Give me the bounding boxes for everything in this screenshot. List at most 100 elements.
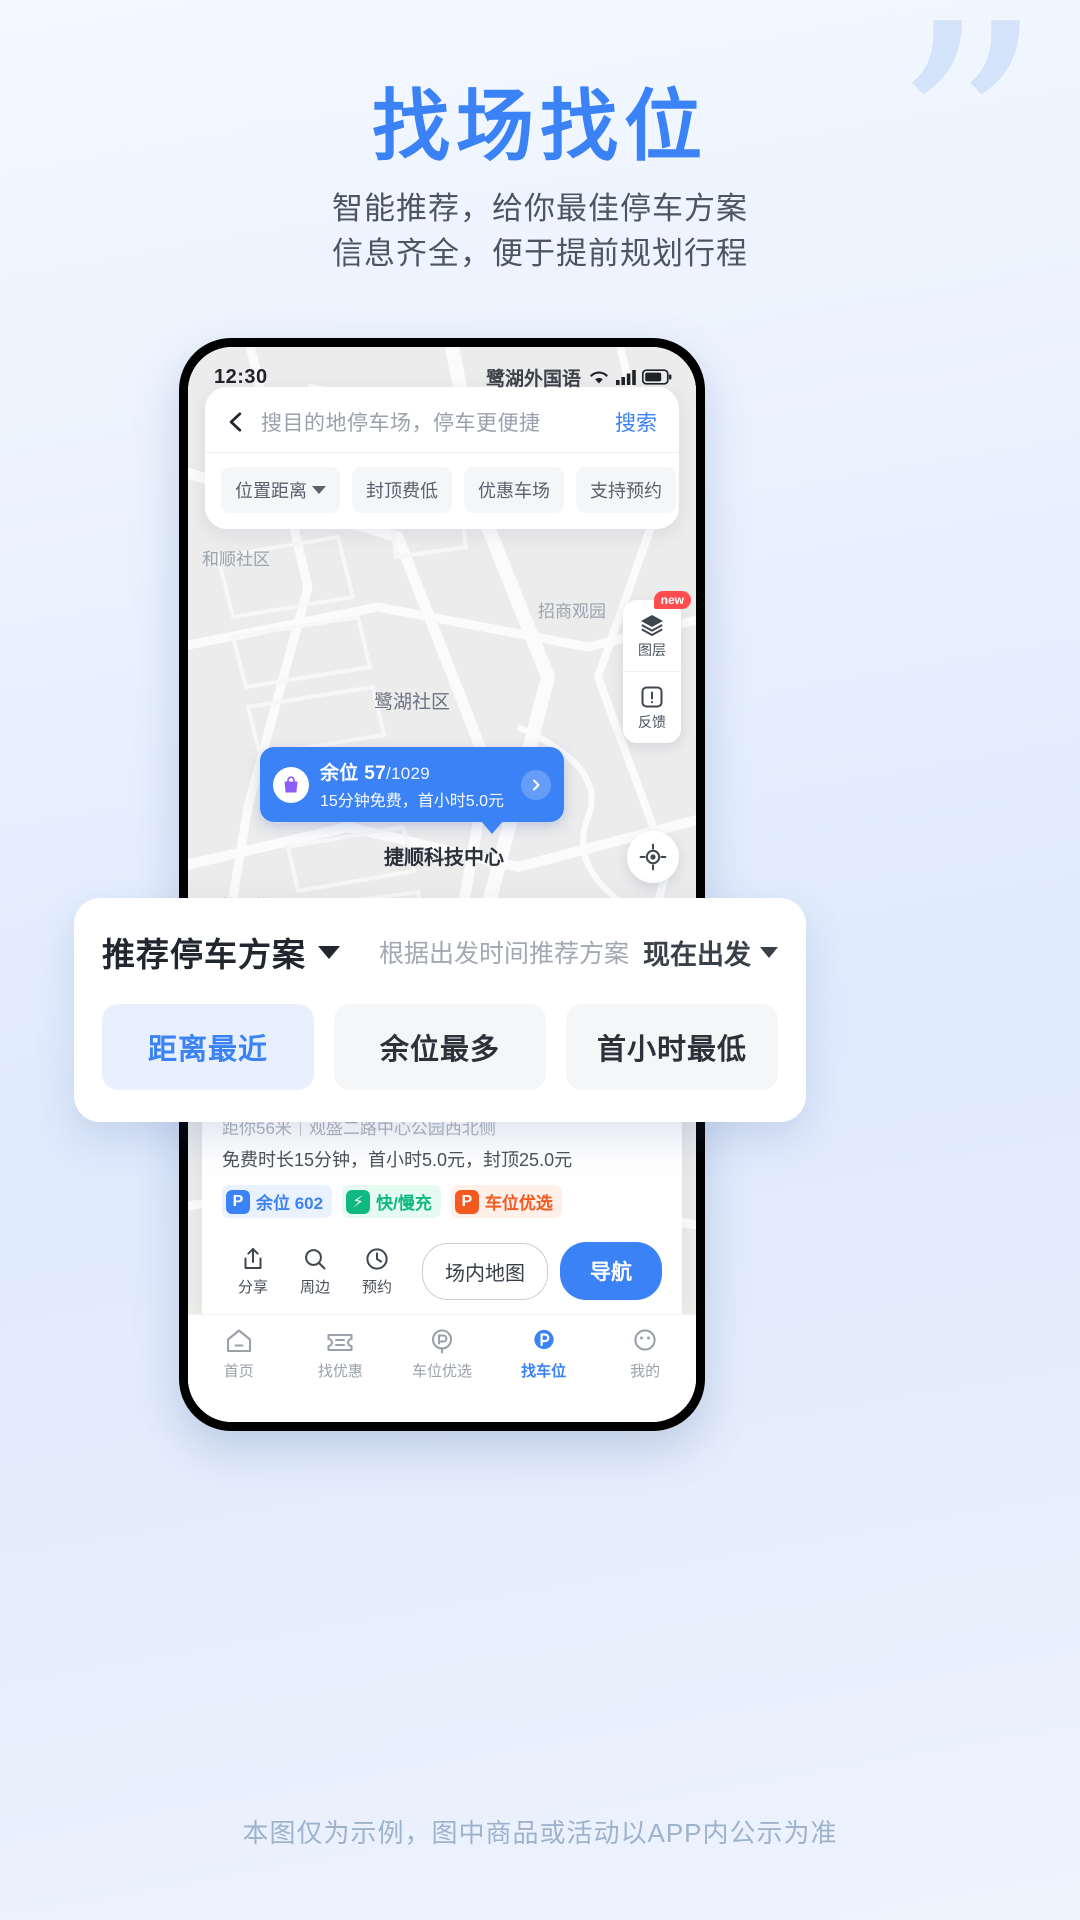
subtitle-line-1: 智能推荐，给你最佳停车方案 xyxy=(332,191,748,226)
chevron-right-icon xyxy=(533,779,540,790)
shop-bag-icon xyxy=(284,775,298,792)
recommendation-panel: 推荐停车方案 根据出发时间推荐方案 现在出发 距离最近 余位最多 首小时最低 xyxy=(74,898,806,1122)
nav-item-preferred-spot[interactable]: 车位优选 xyxy=(391,1327,493,1381)
action-reserve[interactable]: 预约 xyxy=(346,1246,408,1297)
marker-tail xyxy=(481,821,504,834)
status-bar: 12:30 鹭湖外国语 xyxy=(188,347,696,399)
chip-label: 位置距离 xyxy=(235,481,307,501)
nav-item-home[interactable]: 首页 xyxy=(188,1327,290,1381)
search-button[interactable]: 搜索 xyxy=(615,407,657,437)
recommendation-hint: 根据出发时间推荐方案 xyxy=(378,940,629,968)
tag-preferred: P 车位优选 xyxy=(450,1185,562,1218)
clock-icon xyxy=(366,1247,388,1270)
marker-spaces-label: 余位 xyxy=(320,763,359,784)
nav-item-profile[interactable]: 我的 xyxy=(594,1327,696,1381)
status-time: 12:30 xyxy=(214,365,268,388)
page-title: 找场找位 xyxy=(371,82,708,170)
recommendation-header: 推荐停车方案 根据出发时间推荐方案 现在出发 xyxy=(102,928,778,976)
preferred-spot-icon: P xyxy=(454,1189,479,1214)
depart-time-selector[interactable]: 现在出发 xyxy=(643,933,778,972)
recommendation-title-label: 推荐停车方案 xyxy=(102,936,306,973)
spot-pin-icon xyxy=(431,1329,453,1354)
marker-bubble[interactable]: 余位 57/1029 15分钟免费，首小时5.0元 xyxy=(260,747,565,822)
tag-label: 快/慢充 xyxy=(376,1194,432,1213)
filter-chip-discount[interactable]: 优惠车场 xyxy=(464,467,564,513)
option-nearest[interactable]: 距离最近 xyxy=(102,1004,314,1090)
back-chevron-icon[interactable] xyxy=(223,409,249,435)
bottom-nav-bar: 首页 找优惠 车位优选 找车位 我的 xyxy=(188,1314,696,1422)
battery-icon xyxy=(642,369,672,385)
filter-chip-distance[interactable]: 位置距离 xyxy=(221,467,340,513)
option-most-spaces[interactable]: 余位最多 xyxy=(334,1004,546,1090)
search-row: 搜目的地停车场，停车更便捷 搜索 xyxy=(205,403,679,453)
action-share[interactable]: 分享 xyxy=(222,1246,284,1297)
status-carrier-label: 鹭湖外国语 xyxy=(485,368,581,390)
chevron-down-icon xyxy=(760,946,778,958)
map-tool-layers[interactable]: new 图层 xyxy=(623,591,691,671)
locate-button[interactable] xyxy=(627,831,679,883)
filter-chip-reservation[interactable]: 支持预约 xyxy=(576,467,676,513)
nav-item-find-parking[interactable]: 找车位 xyxy=(493,1327,595,1381)
map-tool-feedback[interactable]: 反馈 xyxy=(623,671,681,743)
profile-icon xyxy=(634,1329,656,1351)
share-icon xyxy=(244,1247,262,1269)
marker-place-name: 捷顺科技中心 xyxy=(384,847,505,869)
marker-detail-button[interactable] xyxy=(521,769,552,800)
page-subtitle: 智能推荐，给你最佳停车方案 信息齐全，便于提前规划行程 xyxy=(0,186,1080,276)
disclaimer-text: 本图仅为示例，图中商品或活动以APP内公示为准 xyxy=(242,1818,838,1848)
coupon-icon xyxy=(327,1333,353,1352)
tag-label: 车位优选 xyxy=(484,1194,553,1213)
marker-spaces-line: 余位 57/1029 xyxy=(320,758,504,785)
nav-label: 首页 xyxy=(223,1363,254,1380)
map-tools-panel: new 图层 反馈 xyxy=(623,591,691,743)
map-label: 鹭湖社区 xyxy=(374,692,451,713)
tag-charging: ⚡ 快/慢充 xyxy=(342,1185,441,1218)
parking-tag-row: P 余位 602 ⚡ 快/慢充 P 车位优选 xyxy=(222,1185,662,1218)
marker-text: 余位 57/1029 15分钟免费，首小时5.0元 xyxy=(320,758,504,811)
chevron-down-icon xyxy=(318,945,340,959)
option-lowest-first-hour[interactable]: 首小时最低 xyxy=(566,1004,778,1090)
nav-label: 车位优选 xyxy=(411,1363,472,1380)
filter-chip-cap-fee[interactable]: 封顶费低 xyxy=(352,467,452,513)
nav-label: 找车位 xyxy=(521,1363,567,1380)
map-label: 和顺社区 xyxy=(202,550,270,569)
recommendation-header-right: 根据出发时间推荐方案 现在出发 xyxy=(379,933,778,972)
new-badge: new xyxy=(653,591,691,610)
action-label: 预约 xyxy=(361,1278,392,1296)
tag-label: 余位 602 xyxy=(256,1194,324,1213)
marker-promo: 15分钟免费，首小时5.0元 xyxy=(320,793,505,810)
action-nearby[interactable]: 周边 xyxy=(284,1246,346,1297)
home-icon xyxy=(226,1329,251,1353)
navigate-button[interactable]: 导航 xyxy=(560,1242,662,1300)
nav-label: 找优惠 xyxy=(317,1363,363,1380)
recommendation-options: 距离最近 余位最多 首小时最低 xyxy=(102,1004,778,1090)
depart-time-label: 现在出发 xyxy=(643,939,751,970)
phone-mockup: 和顺社区 招商观园 鹭湖社区 医药工业园 12:30 鹭湖外国语 xyxy=(179,338,705,1431)
marker-badge xyxy=(273,766,309,803)
parking-pin-icon xyxy=(533,1329,554,1350)
tag-spaces: P 余位 602 xyxy=(222,1185,333,1218)
indoor-map-button[interactable]: 场内地图 xyxy=(422,1242,548,1300)
nav-item-coupons[interactable]: 找优惠 xyxy=(290,1327,392,1381)
map-label: 招商观园 xyxy=(538,602,606,621)
feedback-icon xyxy=(641,686,663,708)
subtitle-line-2: 信息齐全，便于提前规划行程 xyxy=(332,236,748,271)
search-nearby-icon xyxy=(305,1248,326,1269)
phone-screen: 和顺社区 招商观园 鹭湖社区 医药工业园 12:30 鹭湖外国语 xyxy=(188,347,696,1422)
recommendation-title[interactable]: 推荐停车方案 xyxy=(102,928,340,976)
map-tool-label: 反馈 xyxy=(638,714,666,730)
search-panel: 搜目的地停车场，停车更便捷 搜索 位置距离 封顶费低 优惠车场 支持预约 xyxy=(205,387,679,529)
charging-bolt-icon: ⚡ xyxy=(346,1189,371,1214)
parking-fee-info: 免费时长15分钟，首小时5.0元，封顶25.0元 xyxy=(222,1150,573,1170)
filter-chip-row: 位置距离 封顶费低 优惠车场 支持预约 xyxy=(205,453,679,515)
parking-p-icon: P xyxy=(226,1189,250,1214)
locate-crosshair-icon xyxy=(639,843,667,871)
action-label: 周边 xyxy=(299,1278,330,1296)
map-tool-label: 图层 xyxy=(638,642,666,658)
marker-spaces-total: /1029 xyxy=(385,764,430,783)
map-marker[interactable]: 余位 57/1029 15分钟免费，首小时5.0元 捷顺科技中心 xyxy=(260,747,565,870)
wifi-icon xyxy=(590,371,608,384)
status-indicators: 鹭湖外国语 xyxy=(486,364,672,391)
chevron-down-icon xyxy=(312,486,326,494)
search-input[interactable]: 搜目的地停车场，停车更便捷 xyxy=(261,407,615,437)
